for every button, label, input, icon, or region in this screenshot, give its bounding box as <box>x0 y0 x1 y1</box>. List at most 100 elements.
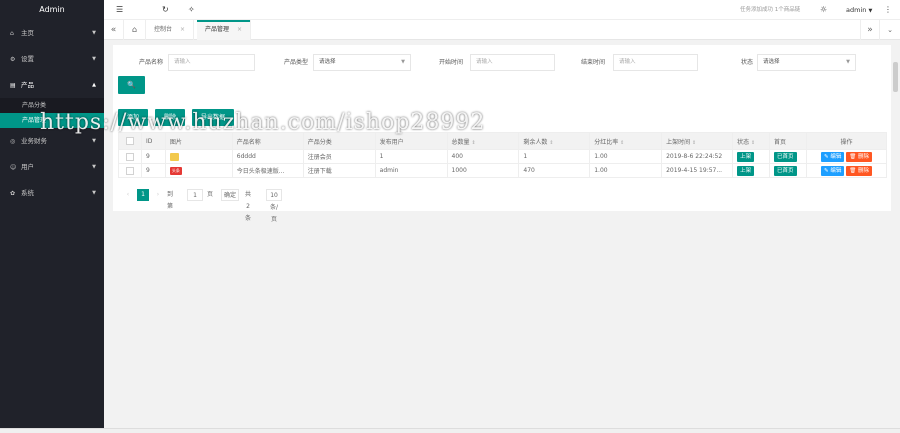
system-icon: ✿ <box>10 190 16 197</box>
cell-status: 上架 <box>732 149 771 164</box>
menu-toggle-icon[interactable]: ☰ <box>116 0 123 20</box>
sidebar-item-system[interactable]: ✿ 系统 ▼ <box>0 180 104 206</box>
tabs-menu-icon[interactable]: ⌄ <box>880 20 900 40</box>
cell-name: 今日头条极速版... <box>231 163 304 178</box>
sort-icon[interactable]: ⇕ <box>549 140 553 146</box>
row-checkbox[interactable] <box>118 149 142 164</box>
product-name-input[interactable]: 请输入 <box>168 54 255 71</box>
gear-icon: ⚙ <box>10 56 16 63</box>
per-page-select[interactable]: 10 条/页 <box>266 189 283 223</box>
filter-start-label: 开始时间 <box>438 59 463 66</box>
close-icon[interactable]: × <box>180 26 185 33</box>
edit-label: 编辑 <box>830 167 842 174</box>
delete-row-button[interactable]: 🗑 删除 <box>846 151 873 162</box>
search-icon: 🔍 <box>127 81 136 89</box>
watermark-text: https://www.huzhan.com/ishop28992 <box>40 110 486 135</box>
page-unit: 页 <box>207 191 214 198</box>
col-ratio[interactable]: 分红比率 ⇕ <box>589 132 663 150</box>
cell-remain: 470 <box>518 163 591 178</box>
col-name: 产品名称 <box>231 132 304 150</box>
refresh-icon[interactable]: ↻ <box>162 0 169 20</box>
user-icon: ☺ <box>10 164 17 171</box>
sort-icon[interactable]: ⇕ <box>751 140 755 146</box>
select-all-checkbox[interactable] <box>118 132 142 150</box>
filter-end-label: 结束时间 <box>580 59 605 66</box>
sort-icon[interactable]: ⇕ <box>471 140 475 146</box>
table-row: 9 头条 今日头条极速版... 注册下载 admin 1000 470 1.00… <box>118 163 888 178</box>
product-icon: ▤ <box>10 82 16 89</box>
tab-console[interactable]: 控制台 × <box>146 20 194 40</box>
col-category: 产品分类 <box>302 132 376 150</box>
col-label: 剩余人数 <box>523 138 548 146</box>
col-actions: 操作 <box>805 132 888 150</box>
home-icon: ⌂ <box>10 30 14 37</box>
cell-image <box>164 149 233 164</box>
col-image: 图片 <box>164 132 233 150</box>
cell-remain: 1 <box>518 149 591 164</box>
top-header: ☰ ↻ ✧ 任务添加成功 1个商品链 ☼ admin ▼ ⋮ <box>104 0 900 20</box>
end-time-input[interactable]: 请输入 <box>613 54 698 71</box>
select-value: 请选择 <box>763 59 780 65</box>
delete-label: 删除 <box>858 167 870 174</box>
goto-page-input[interactable]: 1 <box>187 189 203 201</box>
scrollbar-thumb[interactable] <box>893 62 898 92</box>
sidebar-item-product[interactable]: ▤ 产品 ▲ <box>0 72 104 98</box>
user-menu[interactable]: admin ▼ <box>846 0 872 20</box>
home-toggle[interactable]: 已首页 <box>774 151 797 162</box>
sidebar-item-user[interactable]: ☺ 用户 ▼ <box>0 154 104 180</box>
theme-icon[interactable]: ☼ <box>820 0 827 20</box>
edit-button[interactable]: ✎ 编辑 <box>820 165 845 176</box>
goto-label: 到第 <box>167 191 174 210</box>
app-logo: Admin <box>0 0 104 20</box>
col-time[interactable]: 上架时间 ⇕ <box>661 132 734 150</box>
status-toggle[interactable]: 上架 <box>737 151 755 162</box>
table-header-row: ID 图片 产品名称 产品分类 发布用户 总数量 ⇕ 剩余人数 ⇕ 分红比率 ⇕… <box>118 132 888 150</box>
home-toggle[interactable]: 已首页 <box>774 165 797 176</box>
tab-home-icon[interactable]: ⌂ <box>124 20 146 40</box>
cell-ratio: 1.00 <box>589 149 663 164</box>
chevron-down-icon: ▼ <box>92 164 96 170</box>
row-checkbox[interactable] <box>118 163 142 178</box>
sidebar-item-home[interactable]: ⌂ 主页 ▼ <box>0 20 104 46</box>
chevron-down-icon: ▼ <box>92 190 96 196</box>
col-total[interactable]: 总数量 ⇕ <box>446 132 520 150</box>
col-label: 状态 <box>737 138 750 146</box>
prev-page-icon[interactable]: ‹ <box>123 189 133 201</box>
sort-icon[interactable]: ⇕ <box>620 140 624 146</box>
col-label: 总数量 <box>451 138 470 146</box>
status-toggle[interactable]: 上架 <box>737 165 755 176</box>
cell-publisher: admin <box>374 163 448 178</box>
bottom-strip <box>0 428 900 433</box>
sort-icon[interactable]: ⇕ <box>692 140 696 146</box>
tabs-prev-icon[interactable]: « <box>104 20 124 40</box>
cell-category: 注册下载 <box>302 163 376 178</box>
tab-product-manage[interactable]: 产品管理 × <box>197 20 251 40</box>
goto-confirm-button[interactable]: 确定 <box>221 189 239 201</box>
sidebar-item-label: 设置 <box>21 55 34 63</box>
filter-type-label: 产品类型 <box>283 59 308 66</box>
tabs-next-icon[interactable]: » <box>860 20 880 40</box>
status-select[interactable]: 请选择 ▼ <box>757 54 856 71</box>
filter-name-label: 产品名称 <box>138 59 163 66</box>
col-label: 分红比率 <box>594 138 619 146</box>
next-page-icon[interactable]: › <box>153 189 163 201</box>
chevron-down-icon: ▼ <box>92 56 96 62</box>
delete-row-button[interactable]: 🗑 删除 <box>846 165 873 176</box>
chevron-down-icon: ▼ <box>92 30 96 36</box>
total-count: 共 2 条 <box>245 191 252 222</box>
page-current[interactable]: 1 <box>137 189 149 201</box>
checkbox-box <box>125 166 134 175</box>
product-type-select[interactable]: 请选择 ▼ <box>313 54 411 71</box>
search-button[interactable]: 🔍 <box>118 76 145 94</box>
more-icon[interactable]: ⋮ <box>884 0 892 20</box>
start-time-input[interactable]: 请输入 <box>470 54 555 71</box>
col-status[interactable]: 状态 ⇕ <box>732 132 771 150</box>
col-remain[interactable]: 剩余人数 ⇕ <box>518 132 591 150</box>
clear-icon[interactable]: ✧ <box>188 0 195 20</box>
edit-button[interactable]: ✎ 编辑 <box>820 151 845 162</box>
sidebar-item-settings[interactable]: ⚙ 设置 ▼ <box>0 46 104 72</box>
finance-icon: ◎ <box>10 138 16 145</box>
caret-down-icon: ▼ <box>868 8 873 14</box>
cell-time: 2019-8-6 22:24:52 <box>661 149 734 164</box>
close-icon[interactable]: × <box>237 26 242 33</box>
